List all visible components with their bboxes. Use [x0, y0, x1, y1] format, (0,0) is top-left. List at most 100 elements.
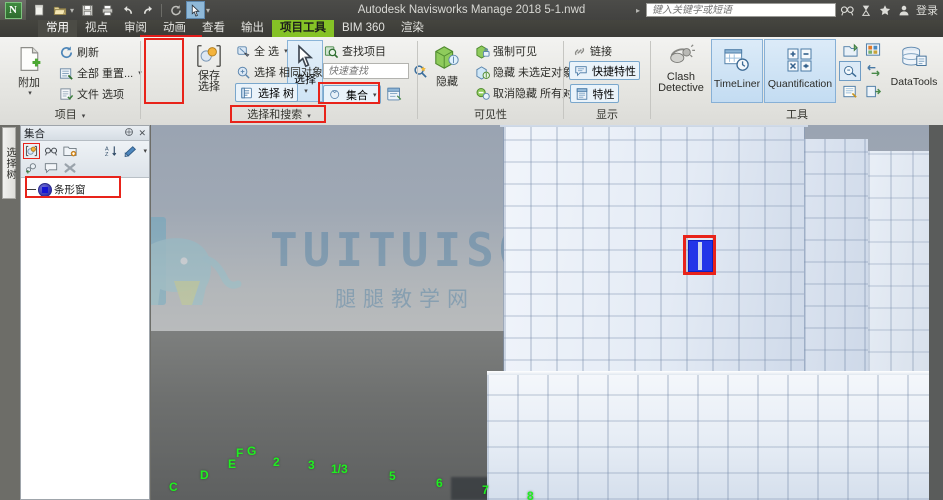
help-search-icon[interactable] — [839, 2, 855, 18]
undo-icon[interactable] — [118, 1, 137, 19]
user-account-icon[interactable] — [896, 2, 912, 18]
3d-viewport[interactable]: TUITUISOFT 腿腿教学网 C D E F G 2 3 1/3 5 6 — [151, 125, 943, 500]
save-search-set-icon[interactable] — [42, 143, 59, 159]
select-cursor-icon[interactable] — [186, 1, 205, 19]
selection-tree-tab-label: 选择树 — [2, 147, 16, 180]
tab-viewpoint[interactable]: 视点 — [77, 20, 116, 37]
quantification-icon — [784, 44, 816, 76]
clash-detective-button[interactable]: Clash Detective — [655, 40, 707, 94]
add-comment-icon[interactable] — [42, 160, 59, 176]
quick-properties-icon — [573, 63, 589, 79]
update-set-dropdown-icon[interactable]: ▾ — [143, 147, 147, 155]
quantification-button[interactable]: Quantification — [764, 39, 836, 103]
links-icon — [571, 43, 587, 59]
dataview-icon[interactable] — [839, 82, 861, 102]
ribbon-group-display: 链接 快捷特性 ▾ 特性 — [564, 37, 650, 125]
print-icon[interactable] — [98, 1, 117, 19]
save-selection-button[interactable]: 保存 选择 — [189, 41, 229, 93]
tab-output[interactable]: 输出 — [233, 20, 272, 37]
sets-panel-title: 集合 — [24, 126, 120, 141]
sets-button[interactable]: 集合 ▾ — [323, 85, 381, 104]
find-items-icon — [323, 43, 339, 59]
quick-find-input[interactable] — [326, 65, 406, 78]
select-same-label: 选择 相同对象 — [254, 64, 323, 80]
properties-label: 特性 — [593, 86, 615, 102]
export-icon[interactable] — [862, 82, 884, 102]
panel-auto-hide-icon[interactable] — [124, 127, 134, 139]
select-all-button[interactable]: 全 选 ▾ — [235, 41, 288, 61]
sets-panel-toolbar: AZ ▾ — [21, 141, 149, 178]
qat-dropdown-icon[interactable]: ▾ — [206, 6, 210, 15]
search-input[interactable] — [650, 4, 832, 17]
infocenter-search-box[interactable] — [646, 3, 836, 17]
sets-toolbar-row-1: AZ ▾ — [23, 142, 147, 159]
file-options-icon — [58, 86, 74, 102]
reset-all-icon — [58, 65, 74, 81]
tab-render[interactable]: 渲染 — [393, 20, 432, 37]
login-label[interactable]: 登录 — [916, 2, 938, 18]
force-visible-label: 强制可见 — [493, 43, 537, 59]
redo-icon[interactable] — [138, 1, 157, 19]
hide-button[interactable]: 隐藏 — [424, 42, 470, 88]
grid-label: C — [169, 480, 178, 494]
find-items-button[interactable]: 查找项目 — [323, 41, 386, 61]
refresh-icon[interactable] — [166, 1, 185, 19]
new-folder-icon[interactable] — [61, 143, 78, 159]
panel-close-icon[interactable]: ✕ — [138, 128, 146, 139]
selection-tree-icon — [239, 85, 255, 101]
signin-status-icon[interactable] — [858, 2, 874, 18]
append-button[interactable]: 附加 ▾ — [6, 43, 52, 97]
select-dropdown-icon[interactable]: ▾ — [304, 87, 308, 95]
hide-unselected-button[interactable]: 隐藏 未选定对象 — [474, 62, 573, 82]
timeliner-button[interactable]: TimeLiner — [711, 39, 763, 103]
refresh-button[interactable]: 刷新 — [58, 42, 99, 62]
update-set-icon[interactable] — [122, 143, 139, 159]
add-item-icon[interactable] — [23, 160, 40, 176]
tab-bim360[interactable]: BIM 360 — [334, 20, 393, 37]
infocenter-expand-icon[interactable]: ▸ — [636, 6, 640, 15]
compare-icon[interactable] — [839, 61, 861, 81]
list-item[interactable]: 条形窗 — [21, 182, 149, 197]
tab-project-tools[interactable]: 项目工具 — [272, 20, 334, 37]
manage-sets-icon[interactable] — [386, 86, 404, 104]
sets-panel-tree[interactable]: 条形窗 — [21, 178, 149, 499]
properties-button[interactable]: 特性 — [570, 84, 619, 103]
select-all-dropdown-icon[interactable]: ▾ — [284, 47, 288, 55]
quick-access-toolbar: ▾ ▾ — [30, 1, 213, 19]
delete-icon[interactable] — [61, 160, 78, 176]
tab-common[interactable]: 常用 — [38, 20, 77, 37]
quick-find-box[interactable] — [323, 63, 409, 79]
select-same-button[interactable]: 选择 相同对象 ▾ — [235, 62, 332, 82]
sidebar-item-selection-tree[interactable]: 选择树 — [2, 127, 16, 199]
datatools-button[interactable]: DataTools — [887, 42, 941, 88]
quick-find-row — [323, 63, 428, 79]
reset-all-button[interactable]: 全部 重置... ▾ — [58, 63, 142, 83]
application-menu-button[interactable]: N — [0, 0, 26, 20]
open-file-icon[interactable] — [50, 1, 69, 19]
selection-tree-label: 选择 树 — [258, 85, 294, 101]
display-more-icon[interactable]: ▾ — [564, 90, 568, 98]
file-options-button[interactable]: 文件 选项 — [58, 84, 124, 104]
switchback-icon[interactable] — [862, 61, 884, 81]
batch-utility-icon[interactable] — [862, 40, 884, 60]
sets-dropdown-icon[interactable]: ▾ — [373, 91, 377, 99]
select-search-group-dialog-icon[interactable]: ▾ — [307, 113, 311, 120]
project-group-dialog-icon[interactable]: ▾ — [82, 113, 86, 120]
links-button[interactable]: 链接 — [571, 41, 612, 61]
save-selection-set-icon[interactable] — [23, 143, 40, 159]
navisworks-logo-icon: N — [5, 2, 22, 19]
appearance-profiler-icon[interactable] — [839, 40, 861, 60]
selection-tree-button[interactable]: 选择 树 — [235, 83, 298, 102]
links-label: 链接 — [590, 43, 612, 59]
sets-panel: 集合 ✕ — [20, 125, 150, 500]
sets-label: 集合 — [346, 87, 368, 103]
open-dropdown-icon[interactable]: ▾ — [70, 6, 74, 15]
force-visible-button[interactable]: 强制可见 — [474, 41, 537, 61]
properties-row: ▾ 特性 — [562, 84, 619, 103]
new-file-icon[interactable] — [30, 1, 49, 19]
save-icon[interactable] — [78, 1, 97, 19]
sort-icon[interactable]: AZ — [103, 143, 120, 159]
append-dropdown-icon[interactable]: ▾ — [28, 89, 32, 97]
quick-properties-button[interactable]: 快捷特性 — [569, 61, 640, 80]
favorites-star-icon[interactable] — [877, 2, 893, 18]
